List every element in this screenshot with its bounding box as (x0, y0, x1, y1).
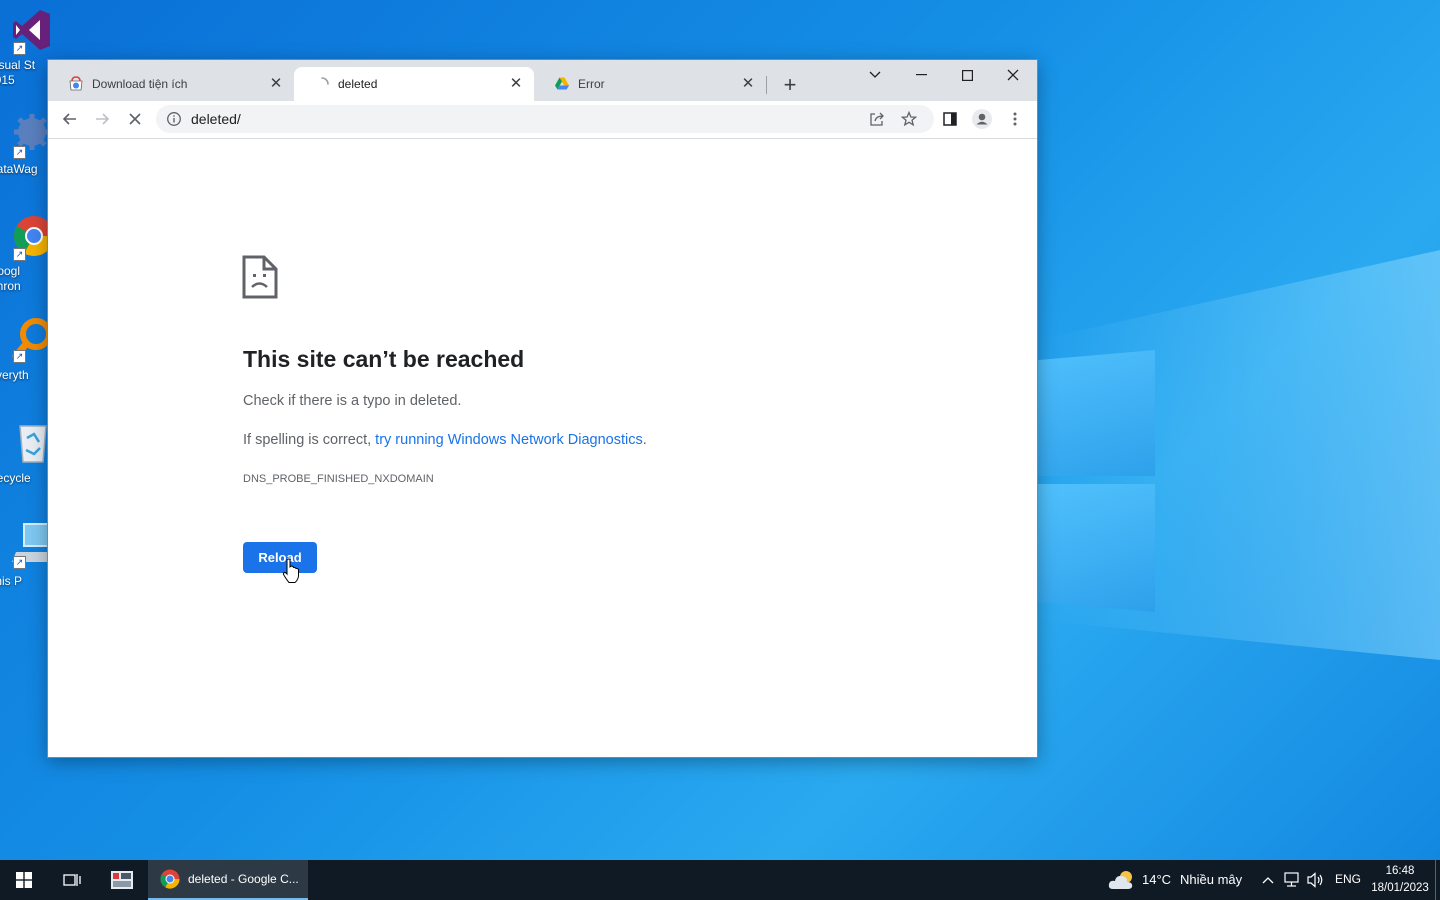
close-tab-icon[interactable]: ✕ (740, 76, 756, 92)
reload-button[interactable]: Reload (243, 542, 317, 573)
suggestion-suffix: . (642, 432, 647, 448)
taskbar-chrome-app[interactable]: deleted - Google C... (148, 860, 308, 900)
close-window-button[interactable] (990, 60, 1036, 90)
close-icon (1007, 69, 1019, 81)
browser-toolbar: deleted/ (48, 101, 1037, 139)
clock-time: 16:48 (1385, 865, 1415, 877)
error-code: DNS_PROBE_FINISHED_NXDOMAIN (243, 473, 434, 485)
network-diagnostics-link[interactable]: try running Windows Network Diagnostics (375, 432, 643, 448)
desktop-icon-label: Visual St (0, 58, 36, 72)
shortcut-arrow-icon: ↗ (13, 42, 26, 55)
back-button[interactable] (56, 105, 84, 133)
task-view-icon (63, 874, 81, 886)
more-vert-icon (1013, 112, 1017, 126)
system-clock[interactable]: 16:48 18/01/2023 (1366, 863, 1434, 897)
desktop-icon-label: Chron (0, 279, 21, 293)
tab-deleted[interactable]: deleted ✕ (294, 67, 534, 101)
desktop-icon-label: Recycle (0, 471, 31, 485)
forward-button[interactable] (88, 105, 116, 133)
chevron-up-icon[interactable] (1262, 876, 1274, 884)
stop-x-icon (129, 113, 141, 125)
desktop-icon-label: 2015 (0, 73, 15, 87)
avatar-icon (972, 109, 992, 129)
weather-condition[interactable]: Nhiều mây (1180, 872, 1242, 887)
star-icon (901, 111, 917, 127)
cloudy-weather-icon[interactable] (1108, 869, 1136, 891)
chevron-down-icon (869, 71, 881, 78)
minimize-button[interactable] (898, 60, 944, 90)
minimize-icon (915, 74, 927, 76)
volume-icon[interactable] (1307, 872, 1325, 888)
taskbar-app-label: deleted - Google C... (188, 872, 299, 886)
tab-error[interactable]: Error ✕ (534, 67, 766, 101)
desktop-icon-label: This P (0, 574, 23, 588)
language-indicator[interactable]: ENG (1335, 872, 1361, 886)
windows-logo-pane-top (1037, 350, 1155, 476)
shortcut-arrow-icon: ↗ (13, 146, 26, 159)
tab-download-extension[interactable]: Download tiện ích ✕ (48, 67, 294, 101)
desktop-icon-label: Googl (0, 264, 21, 278)
task-view-button[interactable] (48, 860, 96, 900)
new-tab-button[interactable]: + (776, 72, 804, 100)
tab-strip: Download tiện ích ✕ deleted ✕ Error ✕ + (48, 60, 1037, 101)
maximize-icon (961, 69, 973, 81)
bookmark-star-button[interactable] (899, 109, 919, 129)
chrome-browser-window: Download tiện ích ✕ deleted ✕ Error ✕ + (48, 60, 1037, 757)
tab-separator (766, 76, 767, 94)
shortcut-arrow-icon: ↗ (13, 248, 26, 261)
recycle-bin-icon (19, 425, 47, 463)
arrow-forward-icon (96, 113, 110, 125)
tab-title: Download tiện ích (92, 77, 188, 91)
menu-button[interactable] (1001, 105, 1029, 133)
suggestion-prefix: If spelling is correct, (243, 432, 376, 448)
hand-cursor-icon (282, 558, 299, 583)
address-text: deleted/ (191, 111, 241, 127)
share-icon (870, 112, 884, 126)
shortcut-arrow-icon: ↗ (13, 556, 26, 569)
tab-title: deleted (338, 77, 378, 91)
clock-date: 18/01/2023 (1371, 882, 1429, 894)
weather-temperature[interactable]: 14°C (1142, 872, 1171, 887)
desktop-icon-label: DataWag (0, 162, 38, 176)
show-desktop-button[interactable] (1435, 860, 1436, 900)
tab-search-button[interactable] (852, 60, 898, 90)
address-bar[interactable]: deleted/ (156, 105, 934, 133)
share-button[interactable] (867, 109, 887, 129)
windows-logo-pane-bottom (1037, 484, 1155, 612)
profile-button[interactable] (968, 105, 996, 133)
side-panel-icon (943, 112, 957, 126)
tab-title: Error (578, 77, 605, 91)
windows-start-icon (16, 872, 32, 888)
error-suggestion-diagnostics: If spelling is correct, try running Wind… (243, 432, 647, 448)
google-chrome-icon (160, 869, 180, 889)
info-icon[interactable] (166, 111, 182, 127)
arrow-back-icon (62, 113, 76, 125)
error-title: This site can’t be reached (243, 346, 525, 372)
error-page: This site can’t be reached Check if ther… (48, 139, 1037, 757)
chrome-web-store-icon (69, 76, 83, 91)
shortcut-arrow-icon: ↗ (13, 350, 26, 363)
error-suggestion-typo: Check if there is a typo in deleted. (243, 393, 462, 409)
sad-document-icon (242, 255, 278, 299)
side-panel-button[interactable] (936, 105, 964, 133)
close-tab-icon[interactable]: ✕ (508, 76, 524, 92)
start-button[interactable] (0, 860, 48, 900)
stop-loading-button[interactable] (121, 105, 149, 133)
google-drive-icon (555, 77, 569, 90)
desktop-icon-label: Everyth (0, 368, 29, 382)
taskbar: deleted - Google C... 14°C Nhiều mây ENG… (0, 860, 1440, 900)
app-grid-icon (111, 871, 133, 889)
taskbar-pinned-app[interactable] (98, 860, 146, 900)
loading-spinner-icon (321, 77, 329, 85)
network-icon[interactable] (1284, 872, 1302, 888)
maximize-button[interactable] (944, 60, 990, 90)
close-tab-icon[interactable]: ✕ (268, 76, 284, 92)
